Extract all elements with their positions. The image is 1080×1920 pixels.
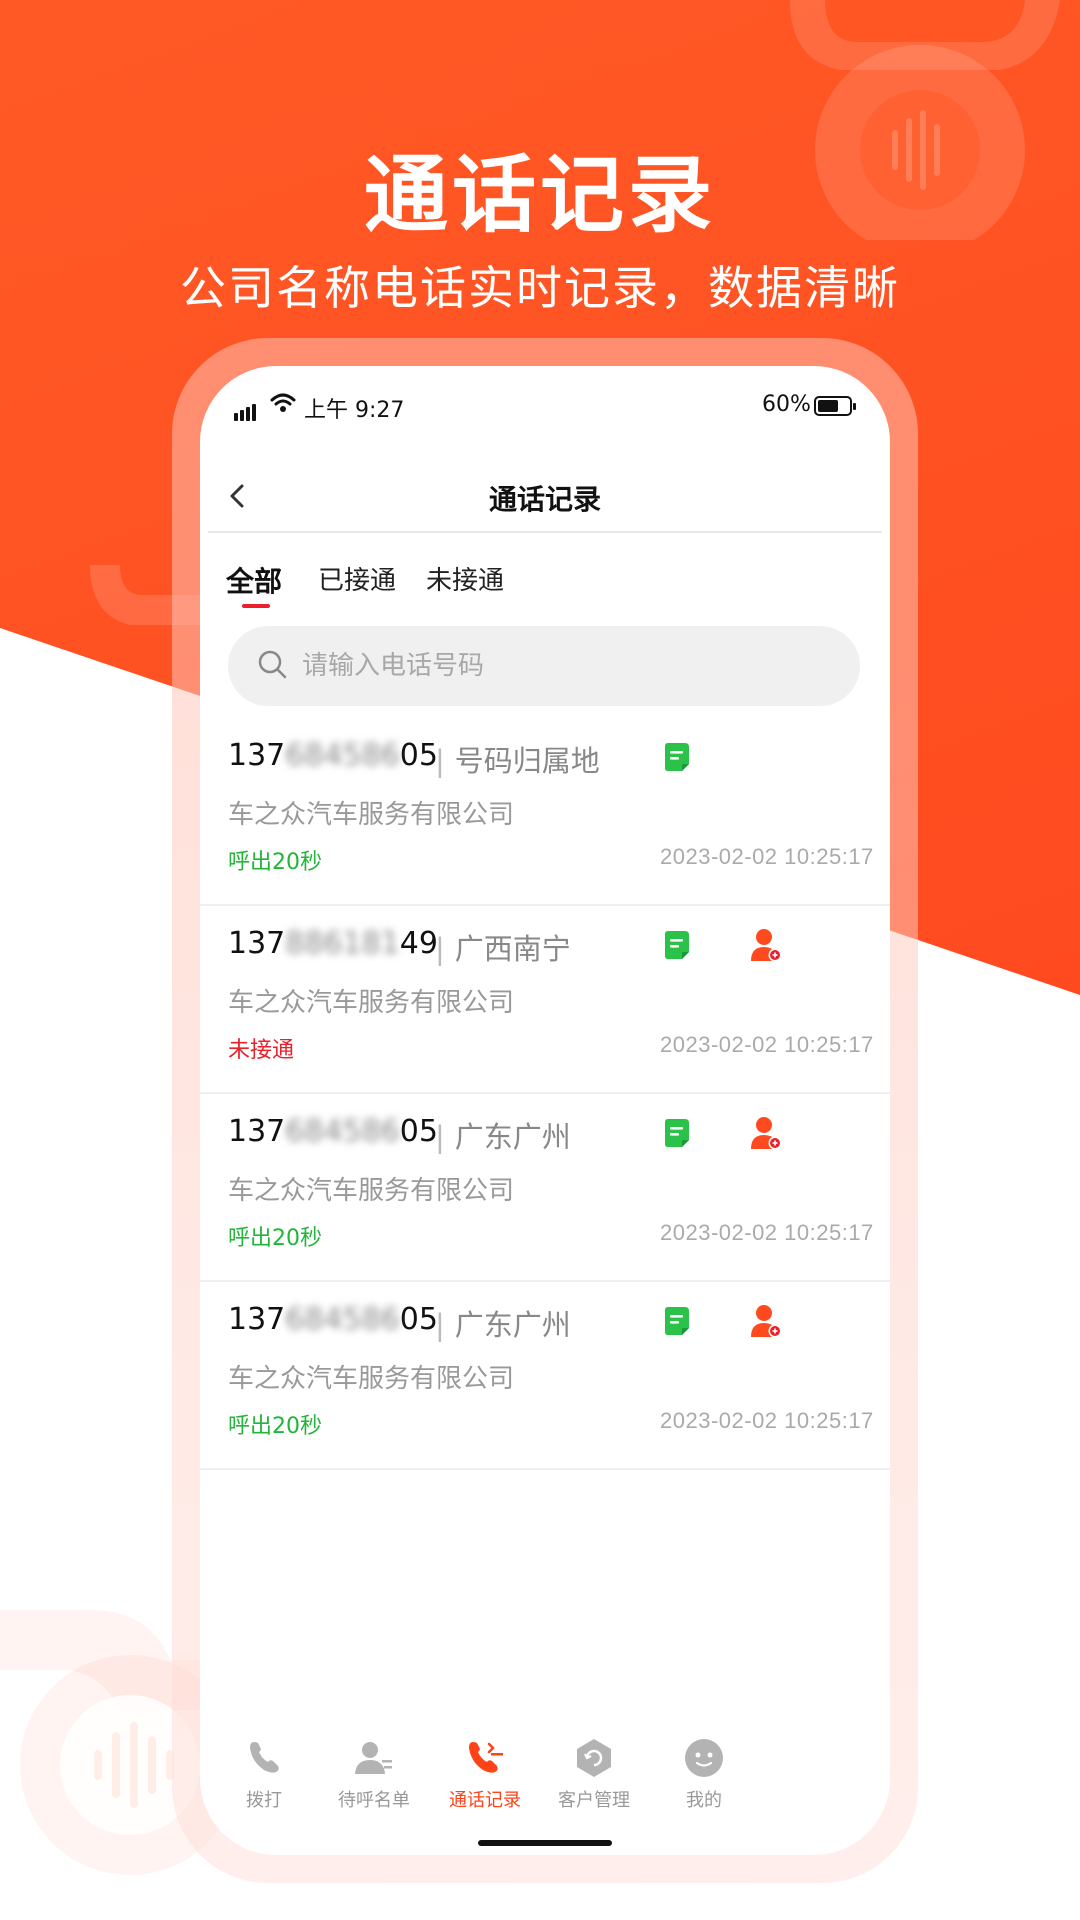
region-label: 广东广州 xyxy=(454,1120,571,1154)
phone-number-suffix: 05 xyxy=(399,738,438,773)
cellular-signal-icon xyxy=(234,396,258,421)
tabbar-label-profile: 我的 xyxy=(686,1790,722,1811)
phone-number-prefix: 137 xyxy=(228,1302,286,1337)
tabbar-item-profile[interactable]: 我的 xyxy=(644,1736,764,1812)
tabbar-item-dial[interactable]: 拨打 xyxy=(204,1736,324,1812)
phone-icon xyxy=(250,1742,279,1773)
phone-number-masked: 684586 xyxy=(285,738,400,773)
add-contact-icon[interactable] xyxy=(750,1304,782,1338)
phone-search-input[interactable] xyxy=(302,626,822,706)
number-region: | 号码归属地 xyxy=(435,738,600,780)
battery-percent: 60% xyxy=(762,392,811,417)
region-label: 广西南宁 xyxy=(454,932,571,966)
add-contact-icon[interactable] xyxy=(750,1116,782,1150)
call-timestamp: 2023-02-02 10:25:17 xyxy=(660,1220,874,1245)
region-separator: | xyxy=(435,1120,445,1154)
profile-icon xyxy=(685,1739,723,1777)
active-tab-indicator xyxy=(242,604,270,608)
search-bar xyxy=(228,626,860,706)
call-status: 呼出20秒 xyxy=(228,1414,322,1439)
number-region: | 广东广州 xyxy=(435,1302,571,1344)
nav-divider xyxy=(208,531,882,533)
tabbar-item-call-log[interactable]: 通话记录 xyxy=(425,1736,545,1812)
filter-tabs: 全部 已接通 未接通 xyxy=(200,548,890,608)
page-title: 通话记录 xyxy=(488,483,601,516)
phone-screen: 上午 9:27 60% 通话记录 全部 已接通 未接通 13768458605|… xyxy=(200,366,890,1855)
phone-number-suffix: 05 xyxy=(399,1302,438,1337)
phone-number-masked: 684586 xyxy=(285,1114,400,1149)
home-indicator xyxy=(478,1840,612,1846)
tab-missed[interactable]: 未接通 xyxy=(426,560,504,597)
call-record-row[interactable]: 13768458605 | 广东广州车之众汽车服务有限公司呼出20秒 2023-02-… xyxy=(200,1094,890,1282)
tab-all[interactable]: 全部 xyxy=(226,560,282,600)
note-icon[interactable] xyxy=(663,742,691,772)
phone-number-masked: 684586 xyxy=(285,1302,400,1337)
call-timestamp: 2023-02-02 10:25:17 xyxy=(660,844,874,869)
call-record-row[interactable]: 13768458605 | 广东广州车之众汽车服务有限公司呼出20秒 2023-02-… xyxy=(200,1282,890,1470)
wifi-icon xyxy=(270,393,296,412)
promo-headline: 通话记录 xyxy=(363,146,716,244)
company-name: 车之众汽车服务有限公司 xyxy=(228,988,515,1018)
call-status: 呼出20秒 xyxy=(228,1226,322,1251)
phone-number: 13768458605 xyxy=(228,738,438,773)
phone-number: 13768458605 xyxy=(228,1302,438,1337)
region-separator: | xyxy=(435,744,445,778)
note-icon[interactable] xyxy=(663,930,691,960)
phone-number: 13768458605 xyxy=(228,1114,438,1149)
tabbar-label-call-log: 通话记录 xyxy=(449,1790,521,1811)
phone-number-prefix: 137 xyxy=(228,926,286,961)
call-status: 未接通 xyxy=(228,1038,295,1063)
company-name: 车之众汽车服务有限公司 xyxy=(228,1176,515,1206)
nav-bar: 通话记录 xyxy=(200,456,890,536)
search-icon xyxy=(258,650,287,679)
tabbar-label-dial: 拨打 xyxy=(246,1790,282,1811)
call-timestamp: 2023-02-02 10:25:17 xyxy=(660,1408,874,1433)
customer-icon xyxy=(577,1739,611,1777)
call-log-icon xyxy=(469,1742,503,1773)
promo-subheadline: 公司名称电话实时记录，数据清晰 xyxy=(180,261,900,315)
call-record-row[interactable]: 13788618149 | 广西南宁车之众汽车服务有限公司未接通 2023-02-02… xyxy=(200,906,890,1094)
region-label: 广东广州 xyxy=(454,1308,571,1342)
company-name: 车之众汽车服务有限公司 xyxy=(228,800,515,830)
tabbar-item-call-list[interactable]: 待呼名单 xyxy=(314,1736,434,1812)
region-separator: | xyxy=(435,1308,445,1342)
phone-number-suffix: 05 xyxy=(399,1114,438,1149)
tabbar-label-customers: 客户管理 xyxy=(558,1790,630,1811)
number-region: | 广西南宁 xyxy=(435,926,571,968)
phone-number-suffix: 49 xyxy=(399,926,438,961)
note-icon[interactable] xyxy=(663,1118,691,1148)
battery-icon xyxy=(814,396,856,416)
tabbar-label-call-list: 待呼名单 xyxy=(338,1790,410,1811)
note-icon[interactable] xyxy=(663,1306,691,1336)
company-name: 车之众汽车服务有限公司 xyxy=(228,1364,515,1394)
tab-connected[interactable]: 已接通 xyxy=(318,560,396,597)
call-timestamp: 2023-02-02 10:25:17 xyxy=(660,1032,874,1057)
phone-number-masked: 886181 xyxy=(285,926,400,961)
phone-number: 13788618149 xyxy=(228,926,438,961)
call-list-icon xyxy=(355,1742,392,1774)
phone-number-prefix: 137 xyxy=(228,738,286,773)
bottom-tab-bar: 拨打 待呼名单 通话记录 客户管理 我的 xyxy=(200,1736,890,1836)
add-contact-icon[interactable] xyxy=(750,928,782,962)
region-label: 号码归属地 xyxy=(454,744,600,778)
status-bar: 上午 9:27 60% xyxy=(200,366,890,446)
region-separator: | xyxy=(435,932,445,966)
call-status: 呼出20秒 xyxy=(228,850,322,875)
row-divider xyxy=(200,1468,890,1470)
number-region: | 广东广州 xyxy=(435,1114,571,1156)
status-time: 上午 9:27 xyxy=(304,398,405,423)
phone-number-prefix: 137 xyxy=(228,1114,286,1149)
call-record-row[interactable]: 13768458605 | 号码归属地车之众汽车服务有限公司呼出20秒 2023-02… xyxy=(200,718,890,906)
tabbar-item-customers[interactable]: 客户管理 xyxy=(534,1736,654,1812)
